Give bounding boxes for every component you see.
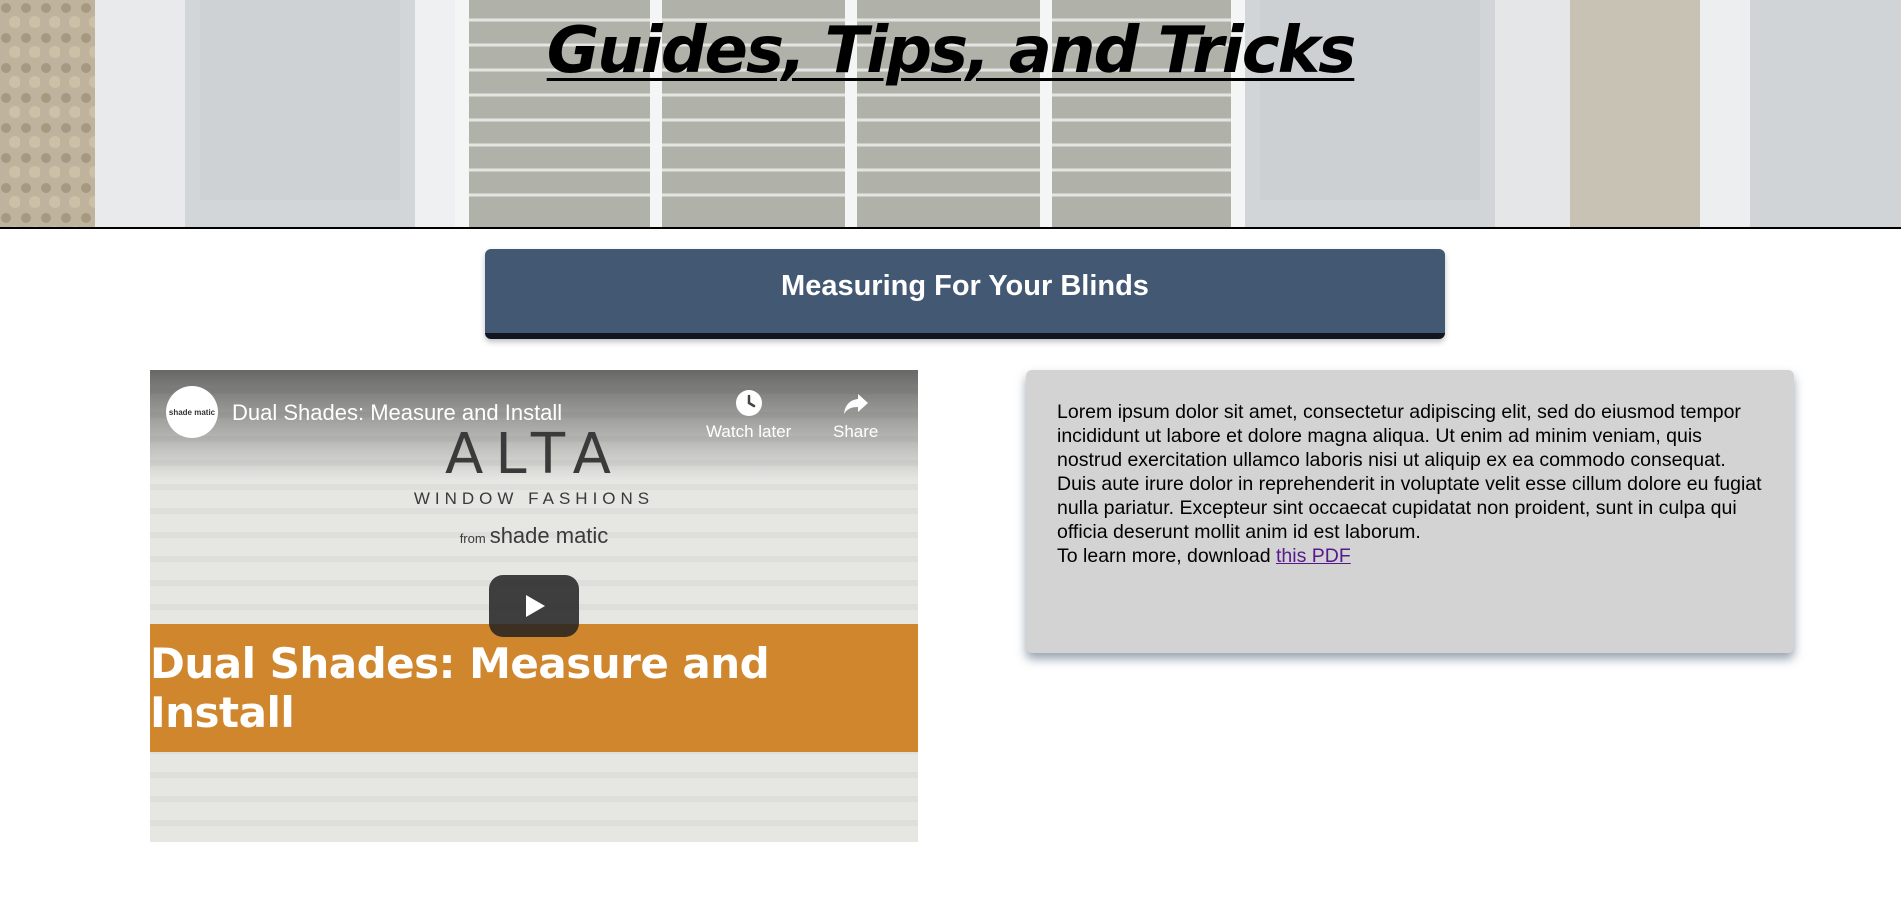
channel-avatar-label: shade matic <box>168 407 216 417</box>
video-player[interactable]: shade matic Dual Shades: Measure and Ins… <box>150 370 918 842</box>
share-icon <box>843 394 868 414</box>
section-header-label: Measuring For Your Blinds <box>781 269 1149 302</box>
hero-banner: Guides, Tips, and Tricks <box>0 0 1901 229</box>
pdf-download-link[interactable]: this PDF <box>1276 545 1351 567</box>
video-banner: Dual Shades: Measure and Install <box>150 624 918 752</box>
clock-icon <box>735 390 762 416</box>
play-icon <box>526 595 545 617</box>
brand-maker-label: shade matic <box>489 523 609 548</box>
brand-logo-main: ALTA <box>445 422 623 487</box>
info-card-paragraph: Lorem ipsum dolor sit amet, consectetur … <box>1057 401 1762 543</box>
brand-maker: from shade matic <box>150 523 918 549</box>
play-button[interactable] <box>489 575 579 637</box>
learn-more-prefix: To learn more, download <box>1057 545 1271 567</box>
brand-logo: ALTA WINDOW FASHIONS from shade matic <box>150 422 918 549</box>
video-banner-text: Dual Shades: Measure and Install <box>150 639 770 737</box>
info-card: Lorem ipsum dolor sit amet, consectetur … <box>1026 370 1794 653</box>
info-card-body: Lorem ipsum dolor sit amet, consectetur … <box>1057 400 1764 568</box>
brand-from-label: from <box>459 531 486 546</box>
brand-logo-sub: WINDOW FASHIONS <box>413 489 655 508</box>
section-header-measuring[interactable]: Measuring For Your Blinds <box>485 249 1445 339</box>
page-title: Guides, Tips, and Tricks <box>546 14 1357 88</box>
